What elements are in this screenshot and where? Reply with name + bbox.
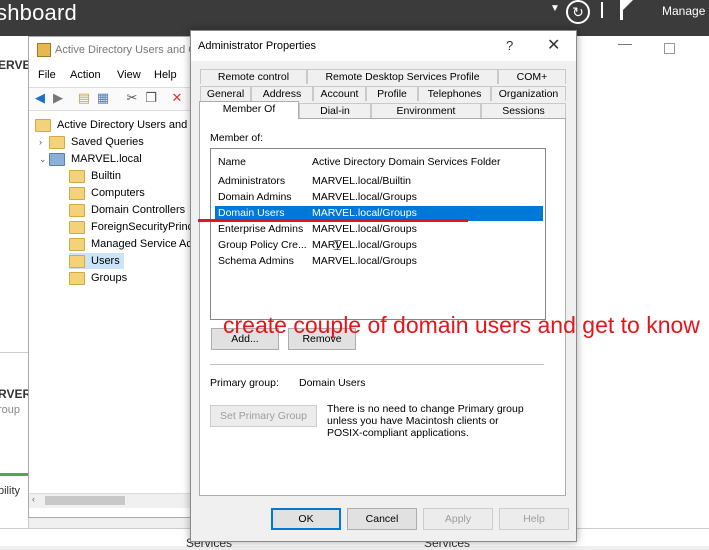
set-primary-group-button[interactable]: Set Primary Group (210, 405, 317, 427)
tree-item-managed-service[interactable]: Managed Service Acc (69, 236, 197, 252)
aduc-window: Active Directory Users and C File Action… (28, 36, 198, 518)
folder-icon (69, 169, 85, 183)
tab-remote-control[interactable]: Remote control (200, 69, 307, 84)
tree-item-saved-queries[interactable]: › Saved Queries (39, 134, 144, 150)
folder-icon (35, 118, 51, 132)
tab-rds-profile[interactable]: Remote Desktop Services Profile (307, 69, 498, 84)
list-item[interactable]: Schema Admins MARVEL.local/Groups (215, 254, 543, 269)
ou-folder-icon (69, 203, 85, 217)
tab-address[interactable]: Address (251, 86, 313, 101)
menu-action[interactable]: Action (70, 69, 101, 81)
scrollbar-thumb[interactable] (45, 496, 125, 505)
column-header-name[interactable]: Name (218, 156, 246, 168)
column-header-folder[interactable]: Active Directory Domain Services Folder (312, 156, 500, 168)
cancel-button[interactable]: Cancel (347, 508, 417, 530)
primary-group-label: Primary group: (210, 377, 279, 389)
tab-profile[interactable]: Profile (366, 86, 418, 101)
ou-folder-icon (69, 271, 85, 285)
toolbar-separator (601, 2, 603, 18)
show-tree-icon[interactable]: ▦ (96, 91, 110, 105)
forward-icon[interactable]: ▶ (51, 91, 65, 105)
tree-item-root[interactable]: Active Directory Users and C (35, 117, 198, 133)
tab-member-of[interactable]: Member Of (199, 101, 299, 119)
apply-button[interactable]: Apply (423, 508, 493, 530)
collapse-chevron-icon[interactable]: ⌄ (39, 151, 49, 167)
list-item[interactable]: Domain Admins MARVEL.local/Groups (215, 190, 543, 205)
delete-icon[interactable]: ✕ (170, 91, 184, 105)
dialog-title: Administrator Properties (198, 40, 316, 52)
server-manager-title: shboard (0, 0, 77, 25)
tab-general[interactable]: General (200, 86, 251, 101)
tree-item-domain[interactable]: ⌄ MARVEL.local (39, 151, 142, 167)
primary-group-value: Domain Users (299, 377, 366, 389)
list-item[interactable]: Enterprise Admins MARVEL.local/Groups (215, 222, 543, 237)
tree-item-foreign-security[interactable]: ForeignSecurityPrinci (69, 219, 196, 235)
tab-telephones[interactable]: Telephones (418, 86, 491, 101)
aduc-tree: Active Directory Users and C › Saved Quer… (29, 113, 198, 493)
refresh-icon[interactable]: ↻ (566, 0, 590, 24)
tab-dial-in[interactable]: Dial-in (299, 103, 371, 118)
cut-icon[interactable]: ✂ (125, 91, 139, 105)
folder-icon (69, 254, 85, 268)
tree-item-domain-controllers[interactable]: Domain Controllers (69, 202, 185, 218)
section-divider (210, 364, 544, 365)
help-button[interactable]: Help (499, 508, 569, 530)
manageability-label: bility (0, 485, 21, 497)
list-item[interactable]: Administrators MARVEL.local/Builtin (215, 174, 543, 189)
expand-chevron-icon[interactable]: › (39, 134, 49, 150)
server-tile-label: ERVE (0, 58, 31, 72)
aduc-app-icon (37, 43, 51, 57)
domain-icon (49, 152, 65, 166)
dropdown-caret-icon[interactable]: ▼ (550, 3, 560, 14)
mouse-cursor-icon: ⌶ (333, 237, 342, 253)
tab-account[interactable]: Account (313, 86, 366, 101)
ok-button[interactable]: OK (271, 508, 341, 530)
back-icon[interactable]: ◀ (33, 91, 47, 105)
tab-sessions[interactable]: Sessions (481, 103, 566, 118)
groups-label: roup (0, 404, 21, 416)
copy-icon[interactable]: ❐ (144, 91, 158, 105)
tree-item-builtin[interactable]: Builtin (69, 168, 121, 184)
tree-item-computers[interactable]: Computers (69, 185, 145, 201)
menu-view[interactable]: View (117, 69, 141, 81)
close-icon[interactable]: ✕ (547, 35, 560, 55)
scroll-left-icon[interactable]: ‹ (32, 494, 35, 504)
member-of-list[interactable]: Name Active Directory Domain Services Fo… (210, 148, 546, 320)
status-bar-green (0, 473, 28, 476)
folder-icon (69, 220, 85, 234)
member-of-label: Member of: (210, 132, 264, 144)
minimize-icon[interactable] (618, 44, 632, 45)
tree-item-users[interactable]: Users (69, 253, 124, 269)
list-item[interactable]: Group Policy Cre... MARVEL.local/Groups (215, 238, 543, 253)
help-icon[interactable]: ? (506, 38, 513, 53)
primary-group-note: There is no need to change Primary group… (327, 403, 524, 439)
aduc-toolbar: ◀ ▶ ▤ ▦ ✂ ❐ ✕ (29, 87, 194, 111)
menu-file[interactable]: File (38, 69, 56, 81)
server-tile-label-2: RVER (0, 387, 32, 401)
tree-item-groups[interactable]: Groups (69, 270, 127, 286)
manage-menu[interactable]: Manage (662, 4, 705, 18)
folder-icon (49, 135, 65, 149)
maximize-icon[interactable] (664, 43, 675, 54)
up-folder-icon[interactable]: ▤ (77, 91, 91, 105)
menu-help[interactable]: Help (154, 69, 177, 81)
annotation-text: create couple of domain users and get to… (223, 312, 700, 338)
aduc-title: Active Directory Users and C (55, 44, 197, 56)
annotation-underline (198, 219, 468, 222)
aduc-menubar: File Action View Help (29, 66, 194, 84)
tab-organization[interactable]: Organization (491, 86, 566, 101)
tab-environment[interactable]: Environment (371, 103, 481, 118)
tab-com-plus[interactable]: COM+ (498, 69, 566, 84)
folder-icon (69, 237, 85, 251)
folder-icon (69, 186, 85, 200)
notifications-flag-icon[interactable] (620, 0, 623, 20)
server-tile (0, 352, 28, 493)
properties-dialog: Administrator Properties ? ✕ Remote cont… (190, 30, 577, 542)
server-manager-right-panel (575, 36, 709, 528)
